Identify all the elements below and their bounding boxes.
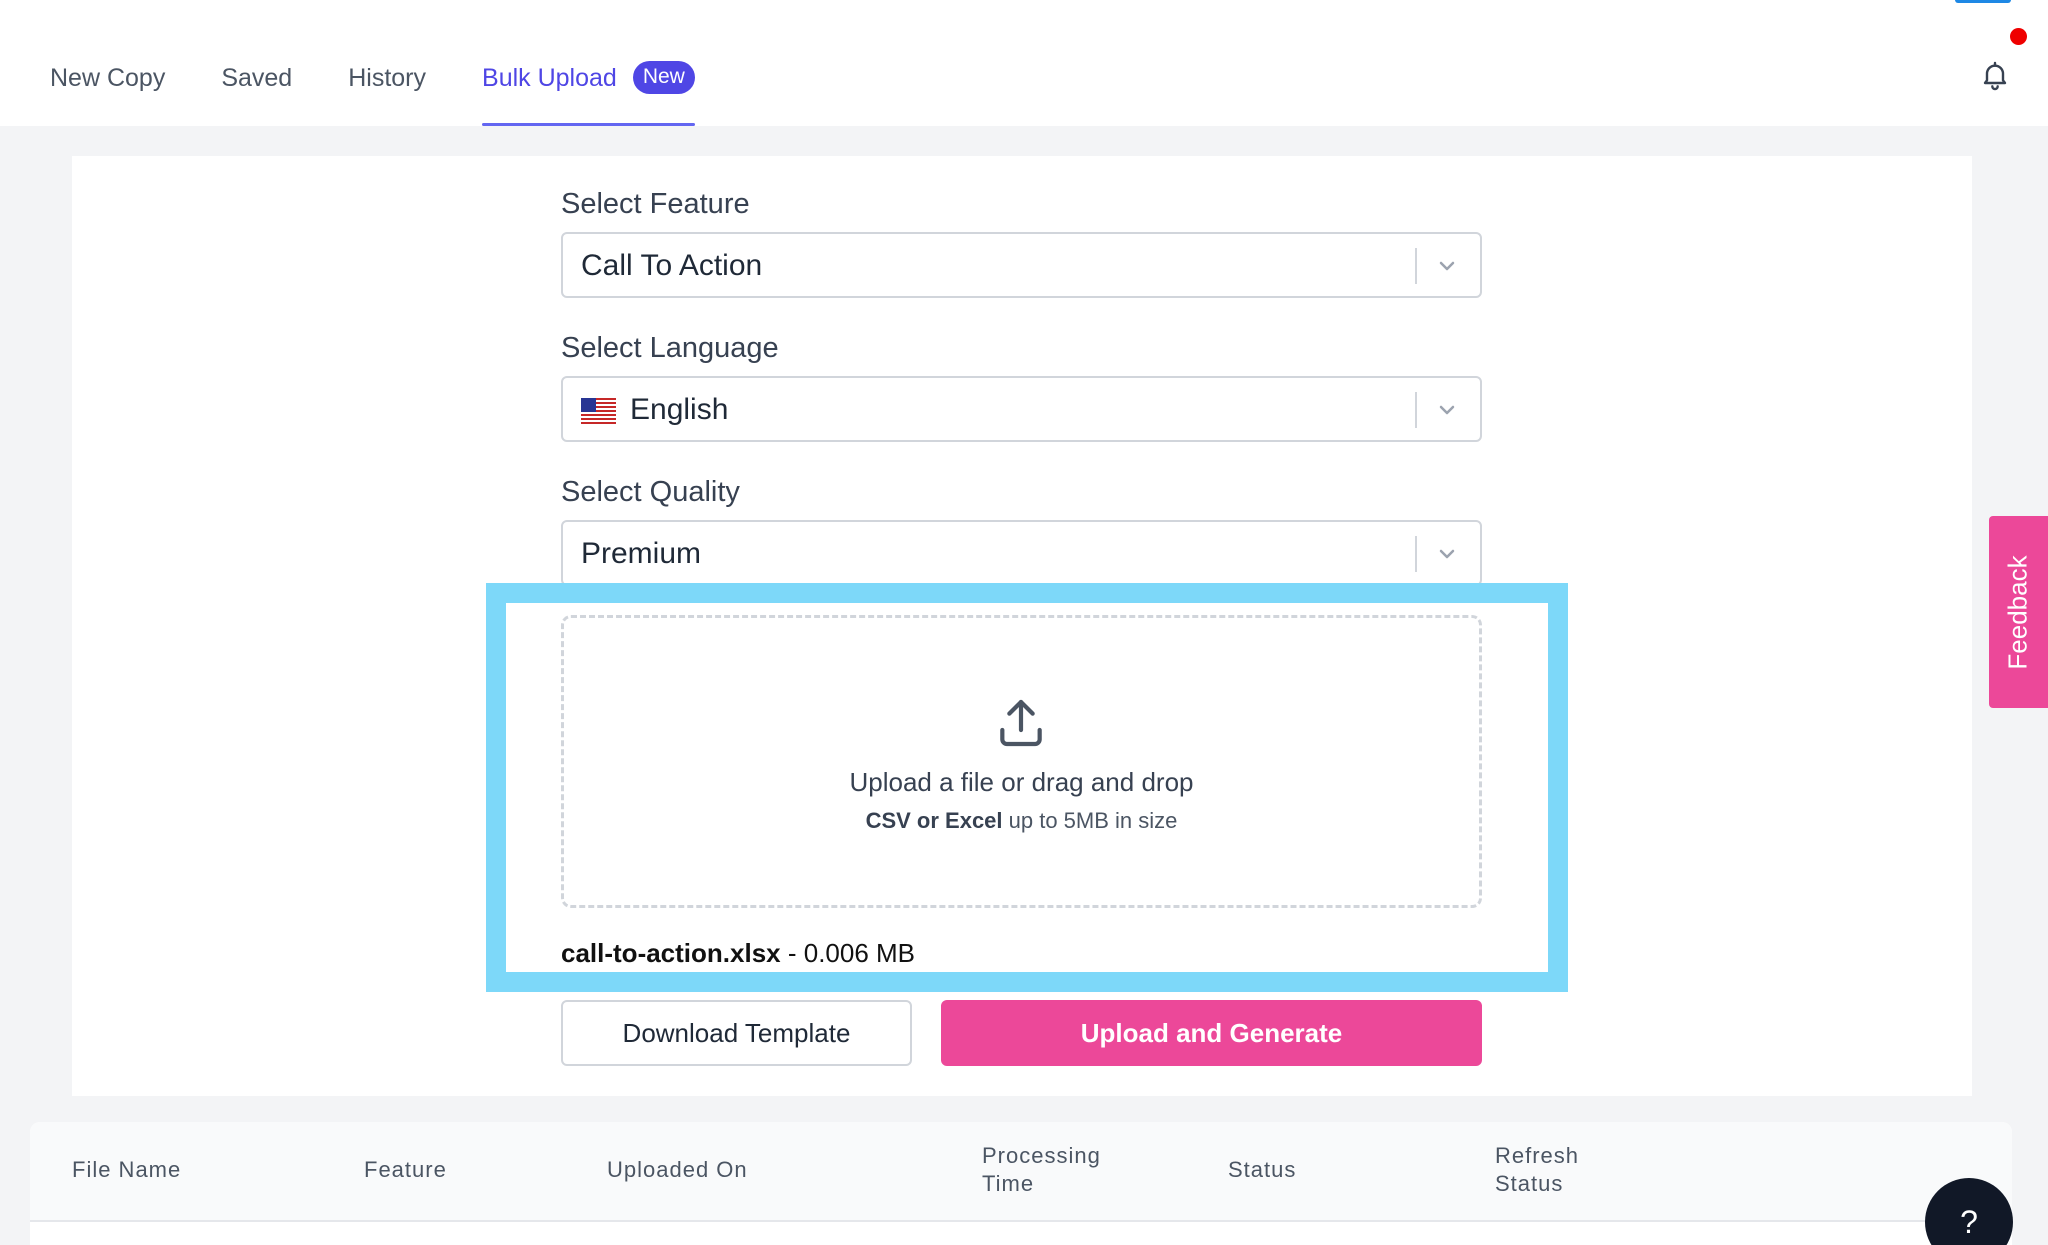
uploads-table: File Name Feature Uploaded On Processing… <box>30 1122 2012 1245</box>
column-header-file-name: File Name <box>72 1156 181 1184</box>
header-text: Status <box>1495 1171 1564 1196</box>
top-accent-strip <box>1955 0 2011 3</box>
select-feature-label: Select Feature <box>561 188 750 220</box>
tab-label: History <box>348 64 427 92</box>
tab-label: Saved <box>221 64 293 92</box>
feedback-label: Feedback <box>2003 554 2033 670</box>
header-text: Processing <box>982 1143 1101 1168</box>
notification-dot <box>2010 28 2027 45</box>
tab-bulk-upload[interactable]: Bulk Upload New <box>482 61 695 126</box>
table-header: File Name Feature Uploaded On Processing… <box>30 1122 2012 1222</box>
bell-icon[interactable] <box>1979 58 2011 92</box>
file-types: CSV or Excel <box>865 808 1003 833</box>
column-header-refresh-status: Refresh Status <box>1495 1142 1579 1198</box>
header-text: Time <box>982 1171 1035 1196</box>
tab-new-copy[interactable]: New Copy <box>50 64 165 126</box>
header-text: Uploaded On <box>607 1157 748 1182</box>
header-text: Status <box>1228 1157 1297 1182</box>
header-text: Feature <box>364 1157 447 1182</box>
column-header-uploaded-on: Uploaded On <box>607 1156 748 1184</box>
tab-label: Bulk Upload <box>482 64 617 92</box>
language-select[interactable]: English <box>561 376 1482 442</box>
column-header-status: Status <box>1228 1156 1296 1184</box>
tab-saved[interactable]: Saved <box>221 64 292 126</box>
select-language-label: Select Language <box>561 332 779 364</box>
top-navigation-bar: New Copy Saved History Bulk Upload New <box>0 0 2048 126</box>
column-header-feature: Feature <box>364 1156 447 1184</box>
select-separator <box>1415 392 1417 428</box>
feature-select[interactable]: Call To Action <box>561 232 1482 298</box>
new-badge: New <box>632 61 695 94</box>
chevron-down-icon <box>1439 405 1455 415</box>
feedback-tab[interactable]: Feedback <box>1989 516 2048 708</box>
select-separator <box>1415 248 1417 284</box>
uploaded-file: call-to-action.xlsx - 0.006 MB <box>561 938 915 969</box>
select-quality-label: Select Quality <box>561 476 740 508</box>
chevron-down-icon <box>1439 549 1455 559</box>
us-flag-icon <box>581 398 616 424</box>
header-text: File Name <box>72 1157 182 1182</box>
quality-select-value: Premium <box>581 537 702 570</box>
dropzone-subtitle: CSV or Excel up to 5MB in size <box>561 808 1482 834</box>
language-select-value: English <box>630 393 729 426</box>
feature-select-value: Call To Action <box>581 249 763 282</box>
size-limit: up to 5MB in size <box>1002 808 1178 833</box>
uploaded-file-size: - 0.006 MB <box>780 938 916 968</box>
select-separator <box>1415 536 1417 572</box>
quality-select[interactable]: Premium <box>561 520 1482 586</box>
tab-label: New Copy <box>50 64 166 92</box>
column-header-processing-time: Processing Time <box>982 1142 1101 1198</box>
upload-icon <box>1000 699 1042 747</box>
uploaded-file-name: call-to-action.xlsx <box>561 938 781 968</box>
chevron-down-icon <box>1439 261 1455 271</box>
tab-bar: New Copy Saved History Bulk Upload New <box>50 61 751 126</box>
header-text: Refresh <box>1495 1143 1580 1168</box>
download-template-button[interactable]: Download Template <box>561 1000 912 1066</box>
tab-history[interactable]: History <box>348 64 426 126</box>
upload-and-generate-button[interactable]: Upload and Generate <box>941 1000 1482 1066</box>
file-dropzone[interactable] <box>561 615 1482 908</box>
dropzone-title: Upload a file or drag and drop <box>849 767 1194 797</box>
